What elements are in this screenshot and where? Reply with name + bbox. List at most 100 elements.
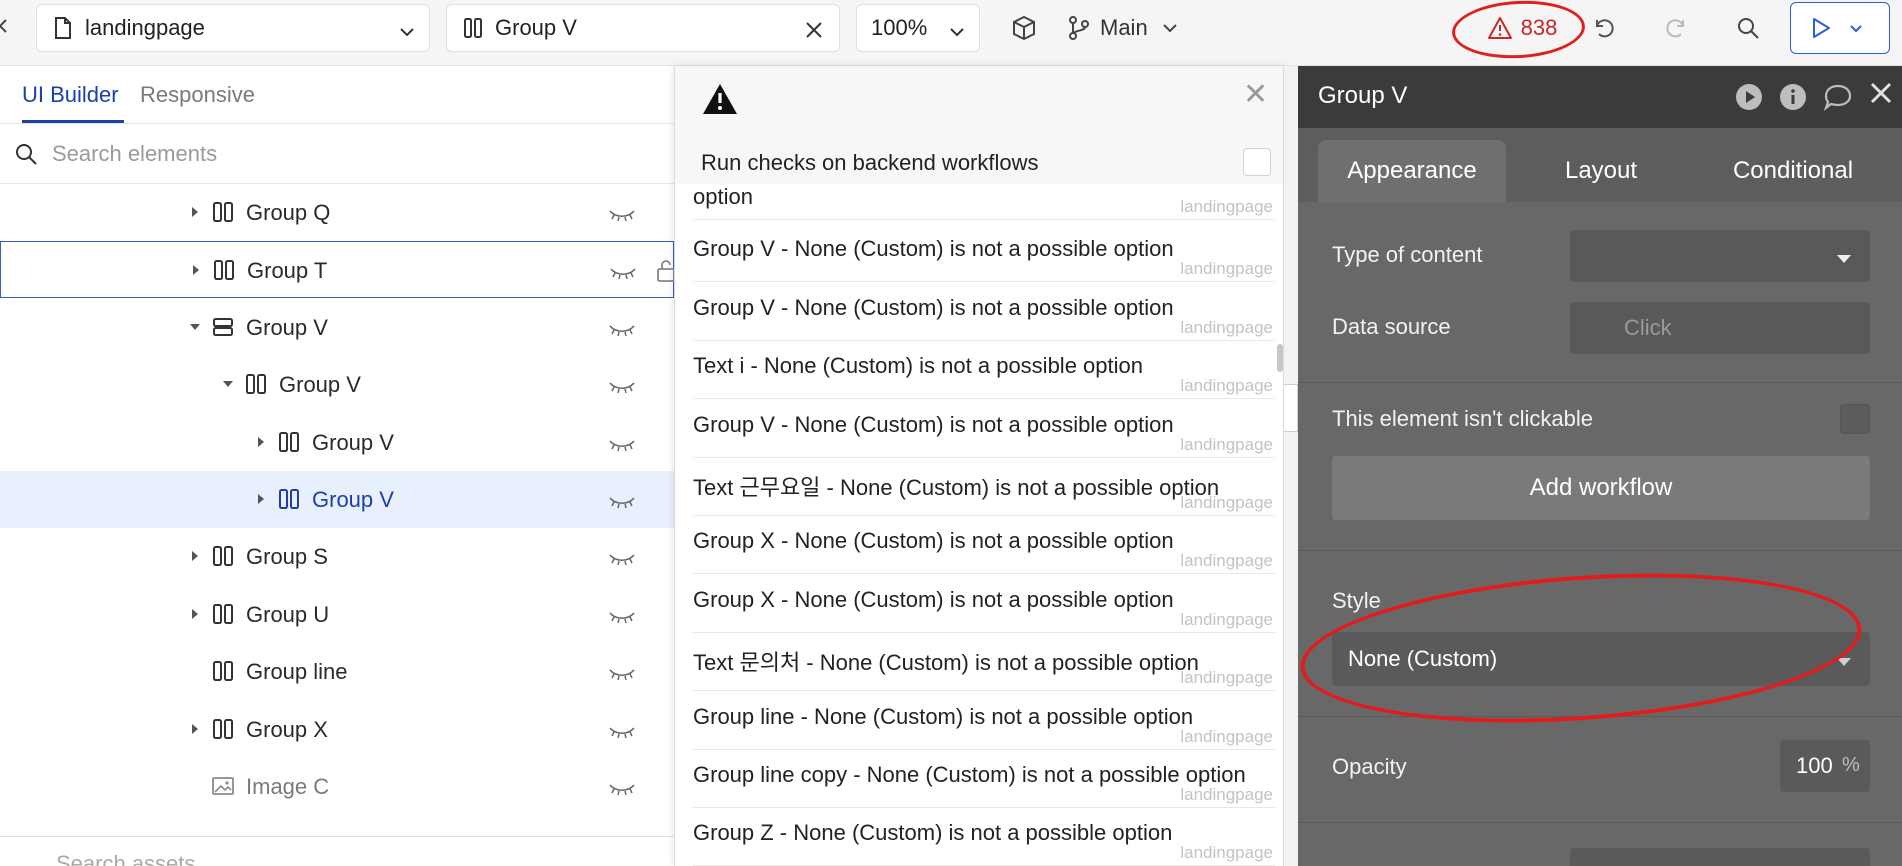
caret-right-icon[interactable]: [254, 435, 268, 449]
issue-page: landingpage: [1180, 259, 1273, 279]
tree-row[interactable]: Group V: [0, 356, 674, 413]
tab-ui-builder[interactable]: UI Builder: [22, 82, 119, 108]
issue-item[interactable]: Group Z - None (Custom) is not a possibl…: [693, 808, 1275, 866]
data-source-field[interactable]: Click: [1570, 302, 1870, 354]
caret-down-icon[interactable]: [188, 320, 202, 334]
builder-tabs: UI Builder Responsive: [0, 66, 674, 124]
active-tab-indicator: [22, 120, 124, 123]
run-checks-checkbox[interactable]: [1243, 148, 1271, 176]
caret-right-icon[interactable]: [189, 263, 203, 277]
undo-icon[interactable]: [1586, 10, 1622, 46]
chevron-down-icon: [1836, 654, 1852, 672]
visibility-icon[interactable]: [608, 719, 636, 745]
close-icon[interactable]: ✕: [1243, 80, 1268, 110]
issue-item[interactable]: Group V - None (Custom) is not a possibl…: [693, 400, 1275, 458]
caret-right-icon[interactable]: [188, 549, 202, 563]
issue-item[interactable]: Text 문의처 - None (Custom) is not a possib…: [693, 633, 1275, 692]
element-selector[interactable]: Group V: [446, 4, 840, 52]
tab-conditional[interactable]: Conditional: [1698, 140, 1888, 202]
chevron-down-icon: [1849, 24, 1863, 33]
type-of-content-label: Type of content: [1332, 242, 1483, 267]
asset-search[interactable]: Search assets: [0, 836, 674, 866]
group-column-icon: [463, 17, 483, 39]
preview-button[interactable]: [1790, 2, 1890, 54]
tab-appearance[interactable]: Appearance: [1318, 140, 1506, 202]
issue-item[interactable]: option landingpage: [693, 184, 1275, 220]
caret-right-icon[interactable]: [188, 722, 202, 736]
issue-item[interactable]: Group line copy - None (Custom) is not a…: [693, 750, 1275, 808]
search-icon: [14, 142, 38, 166]
issue-item[interactable]: Group V - None (Custom) is not a possibl…: [693, 224, 1275, 283]
issues-list: option landingpage Group V - None (Custom)…: [675, 184, 1283, 866]
info-icon[interactable]: [1778, 82, 1808, 117]
opacity-value: 100: [1796, 753, 1833, 778]
canvas-area[interactable]: [1284, 66, 1298, 866]
scrollbar-thumb[interactable]: [1277, 344, 1283, 372]
divider: [1298, 716, 1902, 717]
visibility-icon[interactable]: [608, 604, 636, 630]
caret-right-icon[interactable]: [188, 607, 202, 621]
visibility-icon[interactable]: [608, 661, 636, 687]
add-workflow-button[interactable]: Add workflow: [1332, 456, 1870, 520]
page-selector[interactable]: landingpage: [36, 4, 430, 52]
tree-row-label: Group V: [279, 372, 361, 398]
search-input[interactable]: [52, 140, 612, 167]
divider: [1298, 822, 1902, 823]
issue-item[interactable]: Text i - None (Custom) is not a possible…: [693, 341, 1275, 400]
tree-row[interactable]: Group V: [0, 299, 674, 356]
issue-item[interactable]: Group X - None (Custom) is not a possibl…: [693, 575, 1275, 633]
opacity-input[interactable]: 100 %: [1780, 740, 1870, 792]
issue-item[interactable]: Text 근무요일 - None (Custom) is not a possi…: [693, 458, 1275, 516]
issue-item[interactable]: Group V - None (Custom) is not a possibl…: [693, 283, 1275, 341]
visibility-icon[interactable]: [608, 489, 636, 515]
issue-message: Text 문의처 - None (Custom) is not a possib…: [693, 650, 1199, 676]
group-column-icon: [213, 259, 235, 281]
issue-message: Group V - None (Custom) is not a possibl…: [693, 411, 1174, 437]
tree-row[interactable]: Group U: [0, 586, 674, 643]
search-icon[interactable]: [1730, 10, 1766, 46]
not-clickable-checkbox[interactable]: [1840, 404, 1870, 434]
visibility-icon[interactable]: [609, 260, 637, 286]
branch-selector[interactable]: Main: [1068, 10, 1178, 46]
comment-icon[interactable]: [1822, 82, 1854, 117]
issue-page: landingpage: [1180, 609, 1273, 629]
close-icon[interactable]: [1868, 80, 1894, 111]
group-column-icon: [212, 718, 234, 740]
style-dropdown[interactable]: None (Custom): [1332, 632, 1870, 686]
caret-right-icon[interactable]: [254, 492, 268, 506]
tree-row[interactable]: Group S: [0, 528, 674, 585]
visibility-icon[interactable]: [608, 374, 636, 400]
redo-icon[interactable]: [1658, 10, 1694, 46]
run-checks-label: Run checks on backend workflows: [701, 150, 1039, 175]
tree-row[interactable]: Group T: [0, 241, 675, 299]
caret-down-icon[interactable]: [221, 377, 235, 391]
element-selector-label: Group V: [495, 15, 577, 40]
visibility-icon[interactable]: [608, 432, 636, 458]
tree-row[interactable]: Group X: [0, 701, 674, 758]
visibility-icon[interactable]: [608, 202, 636, 228]
issues-counter[interactable]: 838: [1462, 6, 1582, 50]
group-row-icon: [212, 316, 234, 338]
back-chevron-icon[interactable]: [0, 18, 8, 39]
cube-icon[interactable]: [1006, 10, 1042, 46]
zoom-selector[interactable]: 100%: [856, 4, 980, 52]
close-icon[interactable]: [805, 19, 823, 45]
visibility-icon[interactable]: [608, 776, 636, 802]
play-circle-icon[interactable]: [1734, 82, 1764, 117]
tab-responsive[interactable]: Responsive: [140, 82, 255, 108]
visibility-icon[interactable]: [608, 546, 636, 572]
property-editor: Group V Appearance Layout Conditional Ty…: [1298, 66, 1902, 866]
tab-layout[interactable]: Layout: [1516, 140, 1686, 202]
tree-row[interactable]: Group V: [0, 471, 674, 528]
visibility-icon[interactable]: [608, 317, 636, 343]
caret-right-icon[interactable]: [188, 205, 202, 219]
tree-row[interactable]: Group V: [0, 414, 674, 471]
issue-page: landingpage: [1180, 551, 1273, 571]
next-field[interactable]: [1570, 848, 1870, 866]
tree-row[interactable]: Group line: [0, 643, 674, 700]
tree-row[interactable]: Group Q: [0, 184, 674, 241]
type-of-content-dropdown[interactable]: [1570, 230, 1870, 282]
issue-item[interactable]: Group line - None (Custom) is not a poss…: [693, 692, 1275, 750]
tree-row[interactable]: Image C: [0, 758, 674, 815]
issue-item[interactable]: Group X - None (Custom) is not a possibl…: [693, 516, 1275, 575]
